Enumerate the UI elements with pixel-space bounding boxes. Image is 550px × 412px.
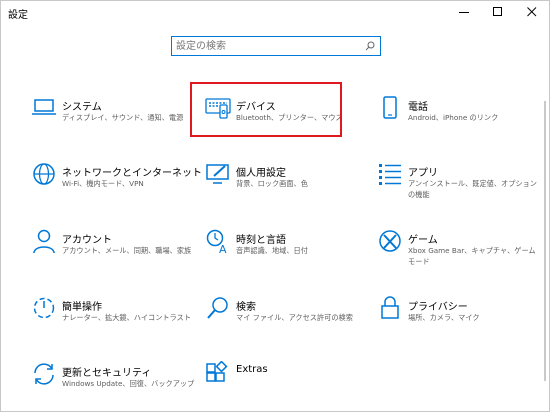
tile-label: Extras bbox=[236, 364, 268, 375]
tile-label: 更新とセキュリティ bbox=[62, 368, 152, 379]
tile-description: Xbox Game Bar、キャプチャ、ゲーム モード bbox=[408, 246, 536, 266]
svg-text:A: A bbox=[219, 243, 227, 254]
tile-ease-of-access[interactable]: 簡単操作 ナレーター、拡大鏡、ハイコントラスト bbox=[31, 295, 196, 345]
tile-update-security[interactable]: 更新とセキュリティ Windows Update、回復、バックアップ bbox=[31, 361, 196, 411]
tile-label: ゲーム bbox=[408, 235, 438, 246]
maximize-icon bbox=[493, 7, 502, 16]
tile-label: 検索 bbox=[236, 302, 256, 313]
search-icon[interactable] bbox=[365, 41, 375, 51]
tile-apps[interactable]: アプリ アンインストール、既定値、オプションの機能 bbox=[377, 161, 542, 211]
tile-label: 電話 bbox=[408, 102, 428, 113]
settings-window: 設定 システム ディスプレイ、サウンド、通知、電源 bbox=[0, 0, 550, 412]
search-input[interactable] bbox=[176, 39, 356, 53]
tile-personalization[interactable]: 個人用設定 背景、ロック画面、色 bbox=[205, 161, 370, 211]
search-icon bbox=[205, 295, 231, 321]
tile-extras[interactable]: Extras bbox=[205, 360, 370, 411]
tile-description: マイ ファイル、アクセス許可の検索 bbox=[236, 313, 353, 322]
settings-search-box[interactable] bbox=[171, 36, 381, 56]
close-button[interactable] bbox=[515, 1, 549, 23]
tile-label: 個人用設定 bbox=[236, 168, 286, 179]
tile-description: アカウント、メール、同期、職場、家族 bbox=[62, 246, 192, 255]
tile-label: アカウント bbox=[62, 235, 112, 246]
scrollbar[interactable] bbox=[544, 101, 546, 381]
personalization-icon bbox=[205, 161, 231, 187]
phone-icon bbox=[377, 95, 403, 121]
tile-label: ネットワークとインターネット bbox=[62, 168, 202, 179]
window-title: 設定 bbox=[8, 10, 28, 21]
tile-label: アプリ bbox=[408, 168, 438, 179]
tile-network[interactable]: ネットワークとインターネット Wi-Fi、機内モード、VPN bbox=[31, 161, 202, 211]
extras-icon bbox=[205, 360, 231, 387]
tile-label: システム bbox=[62, 102, 102, 113]
tile-privacy[interactable]: プライバシー 場所、カメラ、マイク bbox=[377, 295, 542, 345]
person-icon bbox=[31, 228, 57, 254]
tile-accounts[interactable]: アカウント アカウント、メール、同期、職場、家族 bbox=[31, 228, 196, 278]
tile-phone[interactable]: 電話 Android、iPhone のリンク bbox=[377, 95, 542, 145]
lock-icon bbox=[377, 295, 403, 321]
tile-description: Android、iPhone のリンク bbox=[408, 113, 499, 122]
time-language-icon: A bbox=[205, 228, 231, 256]
title-bar: 設定 bbox=[1, 1, 549, 23]
laptop-icon bbox=[31, 95, 57, 121]
tile-system[interactable]: システム ディスプレイ、サウンド、通知、電源 bbox=[31, 95, 196, 145]
tile-description: アンインストール、既定値、オプションの機能 bbox=[408, 179, 537, 199]
minimize-icon bbox=[459, 12, 469, 13]
tile-description: Windows Update、回復、バックアップ bbox=[62, 379, 195, 388]
ease-of-access-icon bbox=[31, 295, 57, 321]
tile-time-language[interactable]: A 時刻と言語 音声認識、地域、日付 bbox=[205, 228, 370, 278]
tile-search[interactable]: 検索 マイ ファイル、アクセス許可の検索 bbox=[205, 295, 370, 345]
tile-label: 簡単操作 bbox=[62, 302, 102, 313]
tile-description: ディスプレイ、サウンド、通知、電源 bbox=[62, 113, 184, 122]
apps-icon bbox=[377, 161, 403, 187]
globe-icon bbox=[31, 161, 57, 187]
highlight-box bbox=[190, 82, 342, 137]
tile-label: 時刻と言語 bbox=[236, 235, 286, 246]
update-icon bbox=[31, 361, 57, 387]
tile-description: 場所、カメラ、マイク bbox=[408, 313, 480, 322]
close-icon bbox=[527, 7, 537, 17]
maximize-button[interactable] bbox=[481, 1, 515, 23]
tile-description: 音声認識、地域、日付 bbox=[236, 246, 308, 255]
xbox-icon bbox=[377, 228, 403, 254]
tile-label: プライバシー bbox=[408, 302, 468, 313]
tile-description: 背景、ロック画面、色 bbox=[236, 179, 308, 188]
tile-description: Wi-Fi、機内モード、VPN bbox=[62, 179, 144, 188]
minimize-button[interactable] bbox=[447, 1, 481, 23]
tile-description: ナレーター、拡大鏡、ハイコントラスト bbox=[62, 313, 192, 322]
tile-gaming[interactable]: ゲーム Xbox Game Bar、キャプチャ、ゲーム モード bbox=[377, 228, 542, 278]
